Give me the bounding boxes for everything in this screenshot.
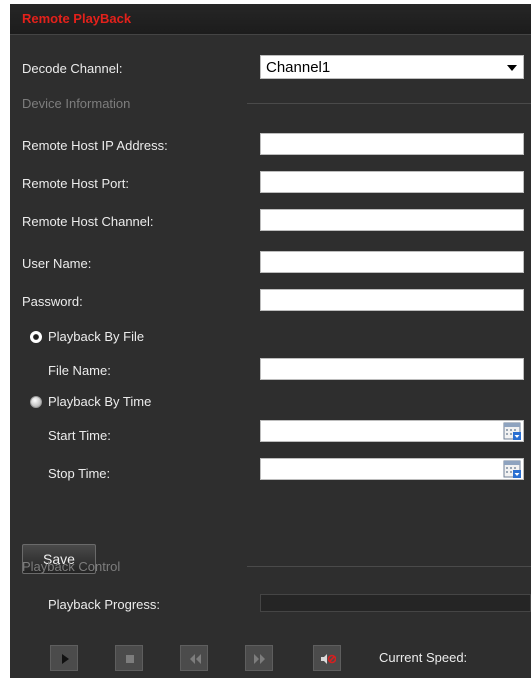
chevron-down-icon (507, 65, 517, 71)
decode-channel-select[interactable]: Channel1 (260, 55, 524, 79)
mute-icon (321, 654, 336, 664)
section-divider (247, 103, 531, 104)
playback-by-file-radio[interactable] (30, 331, 42, 343)
fast-forward-icon (254, 654, 265, 664)
remote-playback-panel: Remote PlayBack Decode Channel: Channel1… (10, 4, 531, 678)
decode-channel-label: Decode Channel: (22, 61, 123, 76)
password-input[interactable] (260, 289, 524, 311)
device-information-heading: Device Information (22, 96, 131, 111)
playback-control-heading: Playback Control (22, 559, 121, 574)
remote-host-ip-input[interactable] (260, 133, 524, 155)
password-label: Password: (22, 294, 83, 309)
stop-time-label: Stop Time: (48, 466, 111, 481)
play-button[interactable] (50, 645, 78, 671)
remote-host-channel-input[interactable] (260, 209, 524, 231)
title-bar: Remote PlayBack (10, 4, 531, 35)
section-divider (247, 566, 531, 567)
rewind-button[interactable] (180, 645, 208, 671)
remote-host-ip-label: Remote Host IP Address: (22, 138, 168, 153)
mute-button[interactable] (313, 645, 341, 671)
stop-button[interactable] (115, 645, 143, 671)
calendar-icon[interactable] (503, 460, 521, 478)
panel-title: Remote PlayBack (22, 11, 132, 26)
user-name-label: User Name: (22, 256, 92, 271)
stop-icon (126, 655, 134, 663)
start-time-label: Start Time: (48, 428, 111, 443)
current-speed-label: Current Speed: (379, 650, 468, 665)
playback-by-time-radio[interactable] (30, 396, 42, 408)
user-name-input[interactable] (260, 251, 524, 273)
play-icon (62, 654, 69, 664)
calendar-icon[interactable] (503, 422, 521, 440)
playback-by-file-label[interactable]: Playback By File (48, 329, 144, 344)
remote-host-port-label: Remote Host Port: (22, 176, 129, 191)
stop-time-input[interactable] (260, 458, 524, 480)
playback-progress-label: Playback Progress: (48, 597, 160, 612)
rewind-icon (190, 654, 201, 664)
playback-by-time-label[interactable]: Playback By Time (48, 394, 151, 409)
file-name-input[interactable] (260, 358, 524, 380)
start-time-input[interactable] (260, 420, 524, 442)
fast-forward-button[interactable] (245, 645, 273, 671)
decode-channel-value: Channel1 (266, 59, 331, 76)
remote-host-port-input[interactable] (260, 171, 524, 193)
file-name-label: File Name: (48, 363, 111, 378)
playback-progress-bar[interactable] (260, 594, 531, 612)
remote-host-channel-label: Remote Host Channel: (22, 214, 154, 229)
